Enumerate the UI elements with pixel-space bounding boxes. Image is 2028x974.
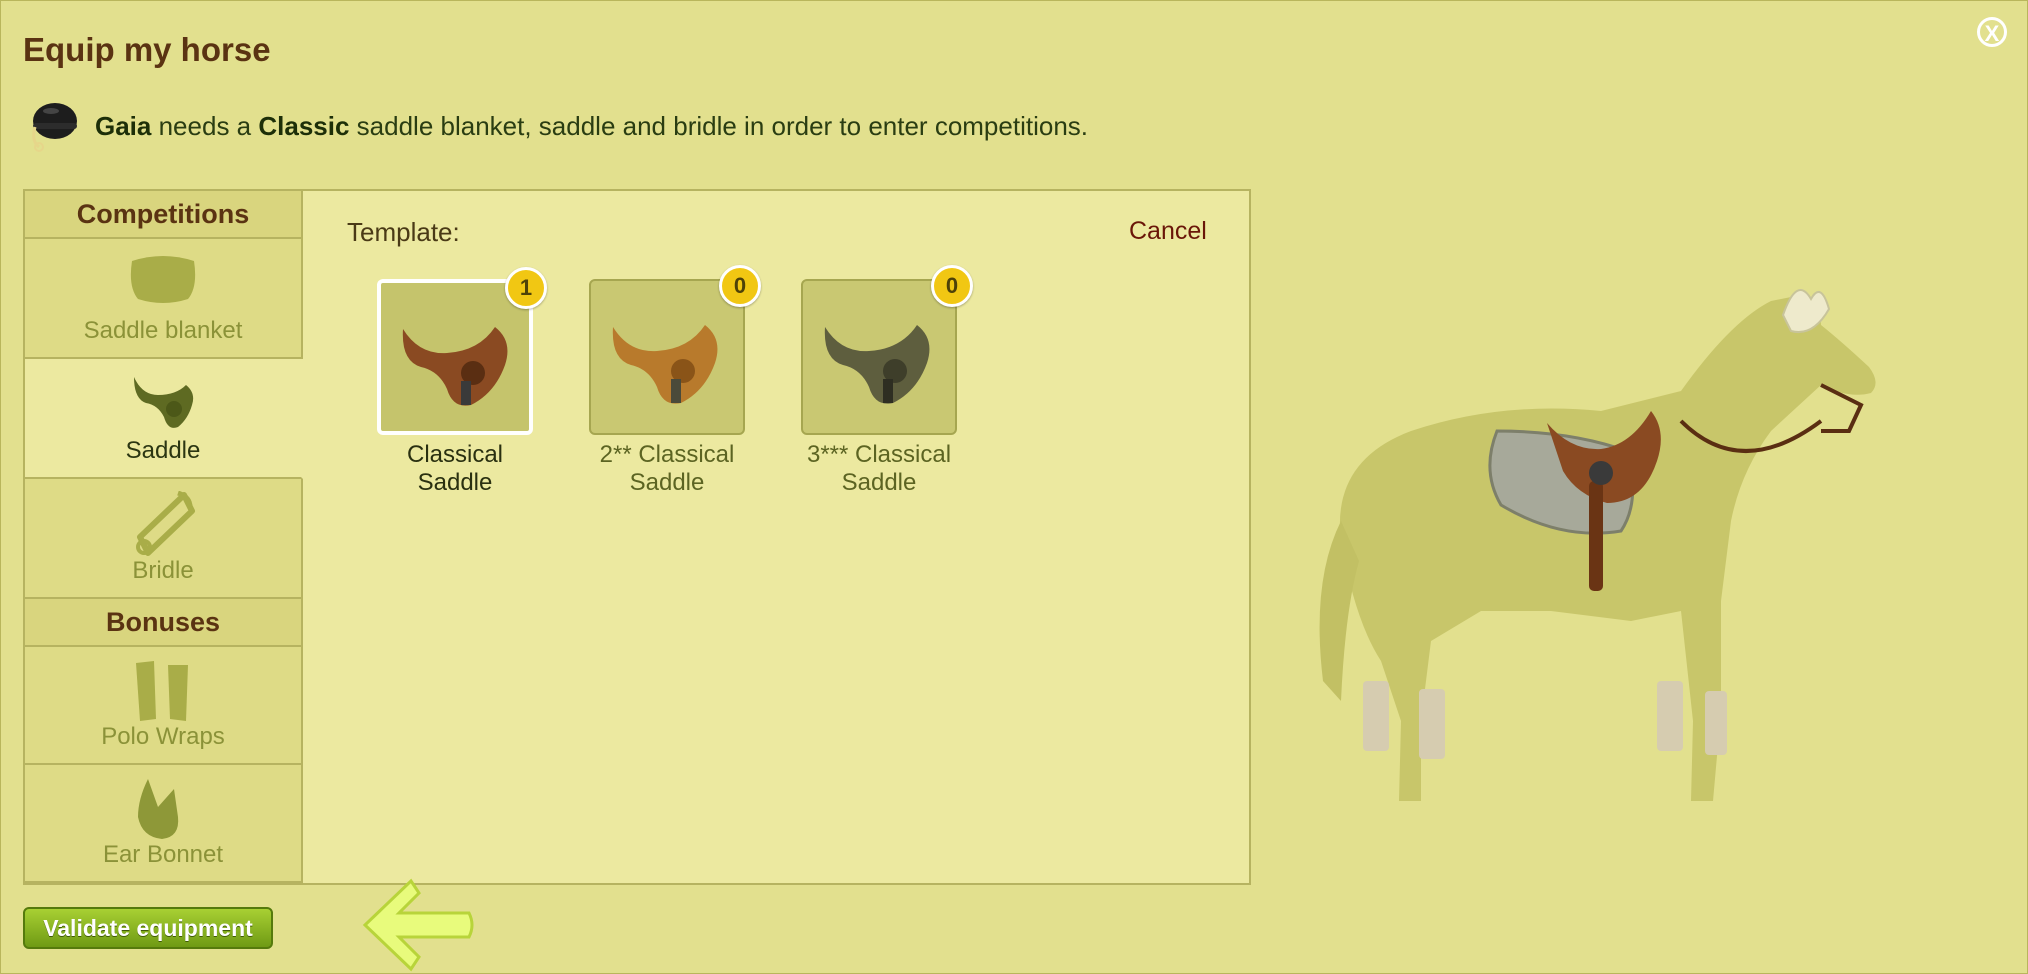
- sidebar-item-polo-wraps[interactable]: Polo Wraps: [25, 647, 301, 765]
- item-thumbnail: 0: [801, 265, 973, 435]
- item-name-line-1: 3*** Classical: [806, 441, 952, 468]
- sidebar-item-label: Saddle blanket: [83, 317, 243, 344]
- saddle-image: [612, 325, 718, 404]
- item-name-line-1: 2** Classical: [599, 441, 735, 468]
- item-name: 3*** Classical Saddle: [789, 441, 969, 497]
- item-name-line-2: Saddle: [841, 469, 917, 496]
- sidebar-item-bridle[interactable]: Bridle: [25, 479, 301, 599]
- equipment-panel: Competitions Saddle blanket Saddle Bridl…: [23, 189, 1251, 885]
- sidebar-item-saddle-blanket[interactable]: Saddle blanket: [25, 239, 301, 359]
- ear-bonnet-icon: [138, 779, 179, 839]
- competition-level: Classic: [258, 110, 350, 141]
- saddle-image: [402, 327, 508, 406]
- bonuses-header: Bonuses: [25, 599, 301, 647]
- count-badge: 0: [719, 265, 761, 307]
- item-thumbnail: 1: [377, 267, 547, 435]
- notice-text: Gaia needs a Classic saddle blanket, sad…: [95, 111, 1088, 142]
- saddle-image: [824, 325, 930, 404]
- notice-text-part-1: needs a: [151, 110, 259, 141]
- polo-wraps-icon: [136, 661, 188, 721]
- competitions-header: Competitions: [25, 191, 301, 239]
- sidebar-item-label: Saddle: [125, 437, 201, 464]
- horse-name: Gaia: [95, 110, 152, 141]
- sidebar-item-label: Bridle: [132, 557, 194, 584]
- saddle-option-3-star-classical[interactable]: 0 3*** Classical Saddle: [789, 265, 973, 497]
- notice-text-part-2: saddle blanket, saddle and bridle in ord…: [349, 110, 1088, 141]
- item-thumbnail: 0: [589, 265, 761, 435]
- count-badge: 0: [931, 265, 973, 307]
- sidebar-item-label: Ear Bonnet: [102, 841, 224, 868]
- riding-helmet-icon: [32, 103, 77, 152]
- dialog-title: Equip my horse: [23, 31, 271, 68]
- sidebar-item-label: Polo Wraps: [101, 723, 225, 750]
- saddle-option-classical[interactable]: 1 Classical Saddle: [365, 267, 547, 497]
- saddle-blanket-icon: [130, 256, 196, 303]
- template-label: Template:: [347, 217, 460, 247]
- sidebar-item-saddle[interactable]: Saddle: [25, 359, 303, 479]
- validate-equipment-button[interactable]: Validate equipment: [23, 907, 273, 949]
- item-name: 2** Classical Saddle: [577, 441, 757, 497]
- item-name: Classical Saddle: [365, 441, 545, 497]
- item-name-line-1: Classical: [406, 441, 504, 468]
- equip-dialog: Equip my horse X Gaia needs a Classic sa…: [0, 0, 2028, 974]
- count-badge: 1: [505, 267, 547, 309]
- requirement-notice: Gaia needs a Classic saddle blanket, sad…: [25, 97, 1088, 155]
- horse-preview-image: [1319, 289, 1876, 801]
- arrow-left-icon: [362, 878, 474, 972]
- sidebar-item-ear-bonnet[interactable]: Ear Bonnet: [25, 765, 301, 883]
- cancel-link[interactable]: Cancel: [1129, 217, 1207, 246]
- category-sidebar: Competitions Saddle blanket Saddle Bridl…: [25, 191, 303, 883]
- bridle-icon: [136, 491, 195, 556]
- item-name-line-2: Saddle: [417, 469, 493, 496]
- saddle-option-2-star-classical[interactable]: 0 2** Classical Saddle: [577, 265, 761, 497]
- saddle-icon: [134, 377, 194, 428]
- close-button[interactable]: X: [1977, 17, 2007, 47]
- item-name-line-2: Saddle: [629, 469, 705, 496]
